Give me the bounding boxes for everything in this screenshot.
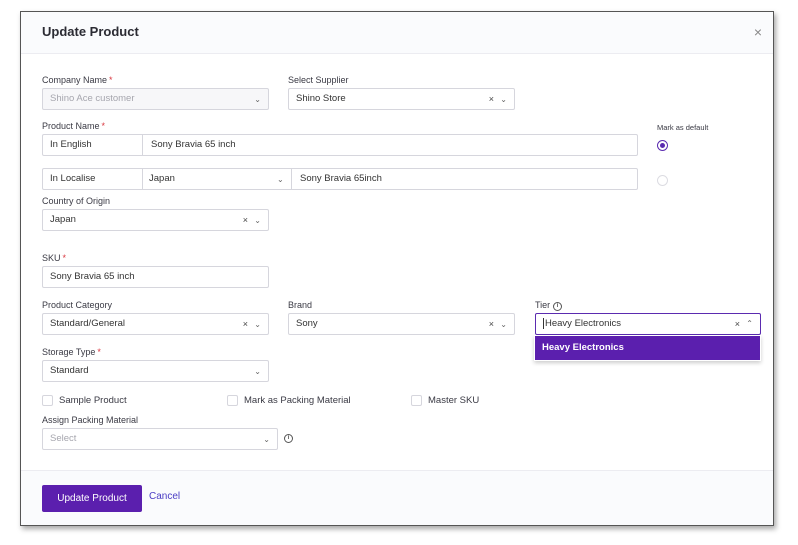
update-product-button[interactable]: Update Product — [42, 485, 142, 512]
packing-material-select-label: Assign Packing Material — [42, 415, 139, 425]
sku-value: Sony Bravia 65 inch — [50, 271, 135, 282]
storage-type-value: Standard — [50, 365, 89, 376]
field-divider — [142, 135, 143, 155]
chevron-down-icon: ⌄ — [254, 216, 261, 225]
category-select[interactable]: Standard/General × ⌄ — [42, 313, 269, 335]
category-value: Standard/General — [50, 318, 125, 329]
sku-label: SKU * — [42, 253, 66, 263]
localise-language-value[interactable]: Japan — [149, 169, 175, 189]
country-select[interactable]: Japan × ⌄ — [42, 209, 269, 231]
field-divider — [291, 169, 292, 189]
required-marker: * — [97, 347, 101, 357]
company-name-select[interactable]: Shino Ace customer ⌄ — [42, 88, 269, 110]
chevron-down-icon: ⌄ — [254, 95, 261, 104]
localise-name-field[interactable]: In Localise Japan ⌄ Sony Bravia 65inch — [42, 168, 638, 190]
english-name-value: Sony Bravia 65 inch — [151, 139, 236, 150]
supplier-value: Shino Store — [296, 93, 346, 104]
info-icon[interactable]: i — [553, 302, 562, 311]
sample-product-label: Sample Product — [59, 395, 127, 406]
master-sku-label: Master SKU — [428, 395, 480, 406]
modal-footer: Update Product Cancel — [21, 470, 773, 525]
field-divider — [142, 169, 143, 189]
packing-material-placeholder: Select — [50, 433, 77, 444]
chevron-down-icon: ⌄ — [500, 320, 507, 329]
sku-input[interactable]: Sony Bravia 65 inch — [42, 266, 269, 288]
chevron-down-icon: ⌄ — [254, 367, 261, 376]
clear-icon[interactable]: × — [243, 314, 248, 334]
chevron-up-icon: ⌃ — [746, 319, 753, 328]
cancel-button[interactable]: Cancel — [149, 491, 180, 502]
category-label: Product Category — [42, 300, 113, 310]
clear-icon[interactable]: × — [489, 89, 494, 109]
info-icon[interactable]: i — [284, 434, 293, 443]
modal-title: Update Product — [42, 24, 139, 39]
chevron-down-icon: ⌄ — [263, 435, 270, 444]
brand-select[interactable]: Sony × ⌄ — [288, 313, 515, 335]
chevron-down-icon: ⌄ — [500, 95, 507, 104]
tier-select[interactable]: Heavy Electronics × ⌃ — [535, 313, 761, 335]
tier-option-heavy-electronics[interactable]: Heavy Electronics — [535, 336, 760, 360]
sku-label-text: SKU — [42, 253, 61, 263]
company-name-value: Shino Ace customer — [50, 93, 135, 104]
brand-label: Brand — [288, 300, 313, 310]
close-icon[interactable]: × — [754, 24, 762, 40]
product-name-label: Product Name * — [42, 121, 105, 131]
chevron-down-icon: ⌄ — [254, 320, 261, 329]
packing-material-label: Mark as Packing Material — [244, 395, 351, 406]
clear-icon[interactable]: × — [735, 314, 740, 334]
packing-material-select[interactable]: Select ⌄ — [42, 428, 278, 450]
localise-name-value: Sony Bravia 65inch — [300, 173, 382, 184]
mark-default-label: Mark as default — [657, 123, 709, 132]
tier-input-text: Heavy Electronics — [543, 314, 621, 334]
required-marker: * — [62, 253, 67, 263]
country-label: Country of Origin — [42, 196, 111, 206]
storage-type-select[interactable]: Standard ⌄ — [42, 360, 269, 382]
modal-header: Update Product × — [21, 12, 773, 54]
company-name-label-text: Company Name — [42, 75, 108, 85]
product-name-label-text: Product Name — [42, 121, 100, 131]
brand-value: Sony — [296, 318, 318, 329]
packing-material-checkbox[interactable] — [227, 395, 238, 406]
sample-product-checkbox[interactable] — [42, 395, 53, 406]
default-localise-radio[interactable] — [657, 175, 668, 186]
required-marker: * — [101, 121, 106, 131]
clear-icon[interactable]: × — [243, 210, 248, 230]
default-english-radio[interactable] — [657, 140, 668, 151]
company-name-label: Company Name * — [42, 75, 113, 85]
supplier-select[interactable]: Shino Store × ⌄ — [288, 88, 515, 110]
storage-type-label-text: Storage Type — [42, 347, 96, 357]
country-value: Japan — [50, 214, 76, 225]
tier-value: Heavy Electronics — [545, 318, 622, 329]
update-product-modal: Update Product × Company Name * Shino Ace… — [20, 11, 774, 526]
master-sku-checkbox[interactable] — [411, 395, 422, 406]
supplier-label: Select Supplier — [288, 75, 349, 85]
storage-type-label: Storage Type * — [42, 347, 101, 357]
tier-label: Tier — [535, 300, 551, 310]
localise-label: In Localise — [50, 173, 96, 184]
english-name-field[interactable]: In English Sony Bravia 65 inch — [42, 134, 638, 156]
english-label: In English — [50, 139, 92, 150]
text-cursor — [543, 317, 544, 329]
chevron-down-icon: ⌄ — [277, 175, 284, 184]
required-marker: * — [109, 75, 113, 85]
clear-icon[interactable]: × — [489, 314, 494, 334]
